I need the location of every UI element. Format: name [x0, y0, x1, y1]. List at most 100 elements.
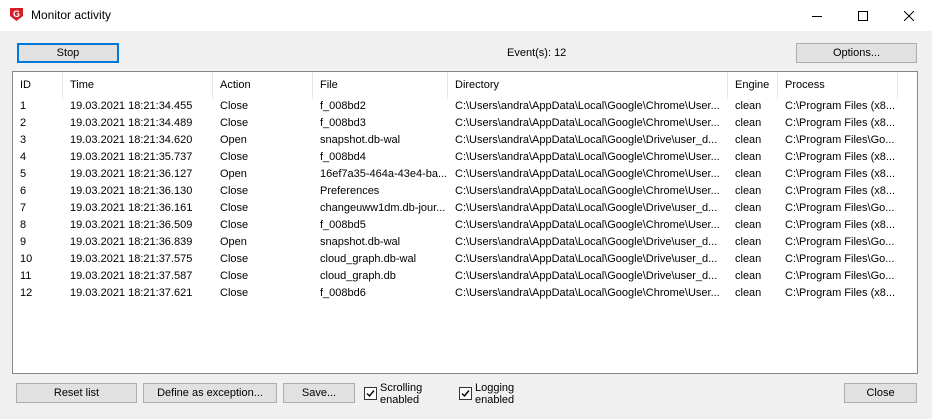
cell-engine: clean: [735, 202, 762, 214]
cell-id: 3: [20, 134, 27, 146]
cell-file: snapshot.db-wal: [320, 236, 401, 248]
cell-engine: clean: [735, 168, 762, 180]
cell-id: 9: [20, 236, 27, 248]
cell-action: Close: [220, 202, 249, 214]
cell-engine: clean: [735, 117, 762, 129]
activity-list[interactable]: ID Time Action File Directory Engine Pro…: [12, 71, 918, 374]
cell-file: Preferences: [320, 185, 380, 197]
cell-time: 19.03.2021 18:21:35.737: [70, 151, 193, 163]
minimize-icon: [812, 15, 822, 17]
cell-process: C:\Program Files (x8...: [785, 185, 896, 197]
cell-time: 19.03.2021 18:21:37.621: [70, 287, 193, 299]
cell-action: Close: [220, 287, 249, 299]
table-row[interactable]: 10 19.03.2021 18:21:37.575 Close cloud_grap…: [13, 251, 917, 268]
reset-list-button[interactable]: Reset list: [16, 383, 137, 403]
cell-time: 19.03.2021 18:21:34.489: [70, 117, 193, 129]
table-row[interactable]: 7 19.03.2021 18:21:36.161 Close changeuww1d…: [13, 200, 917, 217]
table-row[interactable]: 6 19.03.2021 18:21:36.130 Close Preferences…: [13, 183, 917, 200]
table-row[interactable]: 2 19.03.2021 18:21:34.489 Close f_008bd3 C:\…: [13, 115, 917, 132]
cell-file: f_008bd6: [320, 287, 366, 299]
cell-id: 6: [20, 185, 27, 197]
column-header-process[interactable]: Process: [778, 72, 898, 99]
cell-process: C:\Program Files (x8...: [785, 219, 896, 231]
cell-id: 2: [20, 117, 27, 129]
cell-process: C:\Program Files (x8...: [785, 100, 896, 112]
cell-directory: C:\Users\andra\AppData\Local\Google\Chro…: [455, 219, 720, 231]
cell-directory: C:\Users\andra\AppData\Local\Google\Chro…: [455, 168, 720, 180]
scrolling-checkbox-label: Scrolling enabled: [380, 382, 423, 406]
cell-time: 19.03.2021 18:21:36.161: [70, 202, 193, 214]
options-button[interactable]: Options...: [796, 43, 917, 63]
cell-action: Close: [220, 219, 249, 231]
window-title: Monitor activity: [31, 8, 112, 22]
logging-checkbox-box[interactable]: [459, 387, 472, 400]
table-row[interactable]: 12 19.03.2021 18:21:37.621 Close f_008bd6 C:…: [13, 285, 917, 302]
cell-directory: C:\Users\andra\AppData\Local\Google\Driv…: [455, 236, 718, 248]
cell-time: 19.03.2021 18:21:36.839: [70, 236, 193, 248]
gdata-shield-icon: G: [10, 8, 23, 21]
table-row[interactable]: 3 19.03.2021 18:21:34.620 Open snapshot.db-…: [13, 132, 917, 149]
maximize-button[interactable]: [840, 0, 886, 31]
cell-id: 11: [20, 270, 32, 282]
logging-enabled-checkbox[interactable]: Logging enabled: [459, 382, 514, 406]
cell-file: changeuww1dm.db-jour...: [320, 202, 446, 214]
table-row[interactable]: 5 19.03.2021 18:21:36.127 Open 16ef7a35-464…: [13, 166, 917, 183]
cell-id: 1: [20, 100, 27, 112]
cell-action: Close: [220, 117, 249, 129]
table-row[interactable]: 4 19.03.2021 18:21:35.737 Close f_008bd4 C:\…: [13, 149, 917, 166]
cell-action: Close: [220, 270, 249, 282]
cell-file: f_008bd5: [320, 219, 366, 231]
minimize-button[interactable]: [794, 0, 840, 31]
cell-file: f_008bd4: [320, 151, 366, 163]
cell-directory: C:\Users\andra\AppData\Local\Google\Chro…: [455, 151, 720, 163]
column-header-file[interactable]: File: [313, 72, 448, 99]
cell-engine: clean: [735, 253, 762, 265]
column-header-directory[interactable]: Directory: [448, 72, 728, 99]
table-row[interactable]: 8 19.03.2021 18:21:36.509 Close f_008bd5 C:\…: [13, 217, 917, 234]
logging-checkbox-label: Logging enabled: [475, 382, 515, 406]
table-row[interactable]: 1 19.03.2021 18:21:34.455 Close f_008bd2 C:\…: [13, 98, 917, 115]
cell-file: 16ef7a35-464a-43e4-ba...: [320, 168, 448, 180]
scrolling-enabled-checkbox[interactable]: Scrolling enabled: [364, 382, 422, 406]
cell-process: C:\Program Files (x8...: [785, 287, 896, 299]
column-header-filler: [898, 72, 917, 99]
cell-file: cloud_graph.db: [320, 270, 396, 282]
cell-id: 12: [20, 287, 33, 299]
cell-action: Open: [220, 236, 247, 248]
cell-engine: clean: [735, 100, 762, 112]
scrolling-checkbox-box[interactable]: [364, 387, 377, 400]
cell-process: C:\Program Files\Go...: [785, 253, 895, 265]
maximize-icon: [858, 10, 868, 21]
define-exception-button[interactable]: Define as exception...: [143, 383, 277, 403]
cell-action: Open: [220, 168, 247, 180]
svg-text:G: G: [13, 9, 20, 19]
column-header-id[interactable]: ID: [13, 72, 63, 99]
column-header-engine[interactable]: Engine: [728, 72, 778, 99]
cell-engine: clean: [735, 151, 762, 163]
table-row[interactable]: 9 19.03.2021 18:21:36.839 Open snapshot.db-…: [13, 234, 917, 251]
cell-directory: C:\Users\andra\AppData\Local\Google\Chro…: [455, 117, 720, 129]
cell-engine: clean: [735, 287, 762, 299]
cell-time: 19.03.2021 18:21:37.575: [70, 253, 193, 265]
cell-process: C:\Program Files (x8...: [785, 151, 896, 163]
table-row[interactable]: 11 19.03.2021 18:21:37.587 Close cloud_grap…: [13, 268, 917, 285]
cell-file: snapshot.db-wal: [320, 134, 401, 146]
cell-action: Close: [220, 100, 249, 112]
cell-engine: clean: [735, 236, 762, 248]
cell-time: 19.03.2021 18:21:36.130: [70, 185, 193, 197]
cell-directory: C:\Users\andra\AppData\Local\Google\Driv…: [455, 202, 718, 214]
cell-directory: C:\Users\andra\AppData\Local\Google\Driv…: [455, 253, 718, 265]
cell-file: f_008bd2: [320, 100, 366, 112]
save-button[interactable]: Save...: [283, 383, 355, 403]
close-window-button[interactable]: [886, 0, 932, 31]
column-header-action[interactable]: Action: [213, 72, 313, 99]
cell-process: C:\Program Files\Go...: [785, 236, 895, 248]
check-icon: [366, 390, 375, 398]
cell-id: 10: [20, 253, 33, 265]
stop-button[interactable]: Stop: [17, 43, 119, 63]
cell-time: 19.03.2021 18:21:34.455: [70, 100, 193, 112]
close-button[interactable]: Close: [844, 383, 917, 403]
column-header-time[interactable]: Time: [63, 72, 213, 99]
cell-file: f_008bd3: [320, 117, 366, 129]
cell-id: 4: [20, 151, 27, 163]
